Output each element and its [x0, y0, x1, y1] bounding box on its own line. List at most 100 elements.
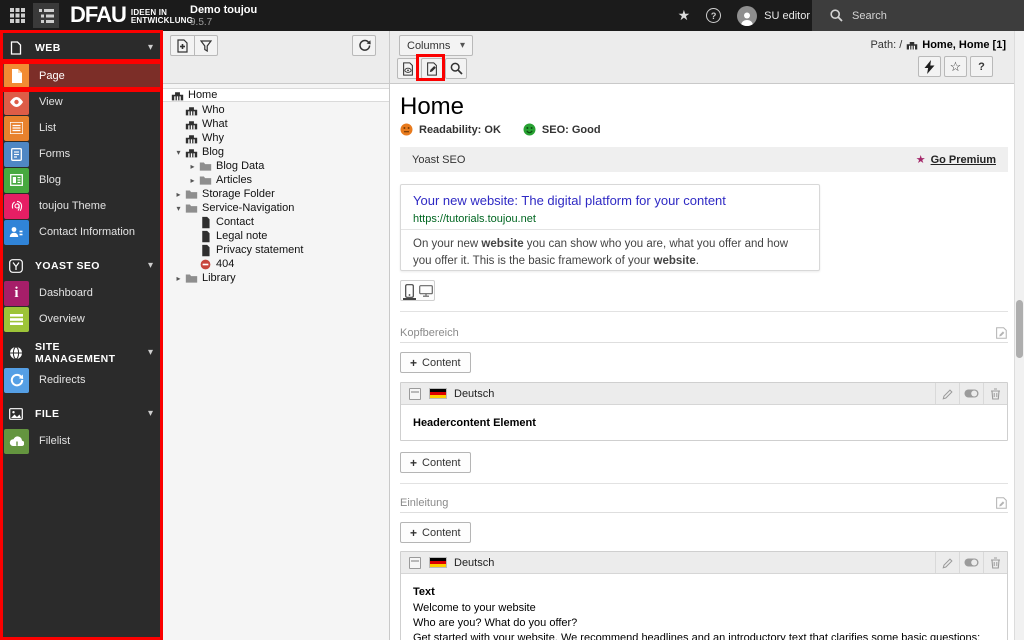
add-content-button[interactable]: + Content [400, 522, 471, 543]
typo3-version: 9.5.7 [190, 17, 213, 28]
tree-row-404[interactable]: 404 [163, 257, 389, 271]
trash-icon[interactable] [983, 552, 1007, 573]
site-info: Demo toujou 9.5.7 [190, 4, 257, 28]
premium-star-icon: ★ [915, 154, 926, 166]
tree-row-library[interactable]: ▸ Library [163, 271, 389, 285]
edit-section-icon[interactable] [994, 496, 1008, 510]
vertical-scrollbar[interactable] [1014, 31, 1024, 640]
sidebar-item-contact-information[interactable]: Contact Information [0, 219, 163, 245]
edit-pencil-icon[interactable] [935, 383, 959, 404]
yoast-seo-panel-header[interactable]: Yoast SEO ★ Go Premium [400, 147, 1008, 172]
sidebar-item-forms[interactable]: Forms [0, 141, 163, 167]
seo-smiley-icon [523, 123, 536, 136]
section-yoast-seo[interactable]: YOAST SEO ▾ [0, 251, 163, 280]
sidebar-item-toujou-theme[interactable]: toujou Theme [0, 193, 163, 219]
sidebar-item-blog[interactable]: Blog [0, 167, 163, 193]
expander-closed-icon[interactable]: ▸ [172, 190, 185, 199]
search-icon[interactable] [445, 58, 467, 79]
new-page-button[interactable] [170, 35, 195, 56]
tree-row-contact[interactable]: Contact [163, 215, 389, 229]
folder-icon [185, 188, 198, 201]
page-icon [199, 216, 212, 229]
add-content-button[interactable]: + Content [400, 452, 471, 473]
add-content-button[interactable]: + Content [400, 352, 471, 373]
content-line: Welcome to your website [413, 601, 536, 614]
tree-row-who[interactable]: Who [163, 103, 389, 117]
tree-row-service-navigation[interactable]: ▾ Service-Navigation [163, 201, 389, 215]
expander-closed-icon[interactable]: ▸ [186, 162, 199, 171]
tree-row-articles[interactable]: ▸ Articles [163, 173, 389, 187]
expander-open-icon[interactable]: ▾ [172, 148, 185, 157]
edit-page-icon[interactable] [421, 58, 443, 79]
sidebar-item-filelist[interactable]: Filelist [0, 428, 163, 454]
docheader-help-icon[interactable]: ? [970, 56, 993, 77]
view-module-icon [4, 89, 29, 115]
chevron-down-icon: ▾ [147, 408, 153, 419]
list-module-icon [4, 115, 29, 141]
section-web[interactable]: WEB ▾ [0, 33, 163, 62]
tree-row-blog[interactable]: ▾ Blog [163, 145, 389, 159]
visibility-toggle-icon[interactable] [959, 552, 983, 573]
cache-bolt-icon[interactable] [918, 56, 941, 77]
desktop-preview-icon[interactable] [418, 281, 435, 300]
pagetree-toggle-icon[interactable] [33, 3, 59, 28]
modules-grid-icon[interactable] [4, 3, 30, 28]
user-menu[interactable]: SU editor [737, 5, 810, 26]
sidebar-item-list[interactable]: List [0, 115, 163, 141]
edit-section-icon[interactable] [994, 326, 1008, 340]
help-icon[interactable]: ? [706, 8, 722, 23]
page-home-icon [171, 89, 184, 102]
expander-closed-icon[interactable]: ▸ [172, 274, 185, 283]
trash-icon[interactable] [983, 383, 1007, 404]
username: SU editor [764, 9, 810, 22]
dfau-logo: DFAU IDEEN IN ENTWICKLUNG [70, 2, 193, 28]
bookmarks-star-icon[interactable]: ★ [678, 7, 691, 24]
content-element-header[interactable]: Deutsch Headercontent Element [400, 382, 1008, 441]
section-site-management[interactable]: SITE MANAGEMENT ▾ [0, 338, 163, 367]
tree-row-legal-note[interactable]: Legal note [163, 229, 389, 243]
blog-module-icon [4, 167, 29, 193]
content-type-icon [409, 556, 421, 569]
edit-pencil-icon[interactable] [935, 552, 959, 573]
mobile-preview-icon[interactable] [401, 281, 418, 300]
columns-select[interactable]: Columns ▾ [399, 35, 473, 56]
bookmark-star-icon[interactable]: ☆ [944, 56, 967, 77]
view-page-icon[interactable] [397, 58, 419, 79]
tree-row-home[interactable]: Home [163, 88, 389, 102]
tree-row-what[interactable]: What [163, 117, 389, 131]
section-file[interactable]: FILE ▾ [0, 399, 163, 428]
go-premium-link[interactable]: ★ Go Premium [915, 153, 996, 167]
tree-row-privacy-statement[interactable]: Privacy statement [163, 243, 389, 257]
folder-icon [199, 174, 212, 187]
content-element-text[interactable]: Deutsch Text Welcome to your website Who… [400, 551, 1008, 640]
snippet-preview[interactable]: Your new website: The digital platform f… [400, 184, 820, 271]
chevron-down-icon: ▾ [147, 347, 153, 358]
logo-claim: IDEEN IN ENTWICKLUNG [130, 7, 194, 25]
tree-row-storage-folder[interactable]: ▸ Storage Folder [163, 187, 389, 201]
sidebar-item-redirects[interactable]: Redirects [0, 367, 163, 393]
refresh-icon[interactable] [352, 35, 376, 56]
sidebar-item-page[interactable]: Page [0, 62, 163, 89]
filter-button[interactable] [195, 35, 218, 56]
tree-row-blog-data[interactable]: ▸ Blog Data [163, 159, 389, 173]
expander-open-icon[interactable]: ▾ [172, 204, 185, 213]
redirects-icon [4, 367, 29, 393]
scrollbar-thumb[interactable] [1016, 300, 1023, 358]
avatar [737, 5, 758, 26]
web-section-icon [10, 40, 22, 55]
sidebar-item-dashboard[interactable]: i Dashboard [0, 280, 163, 306]
content-docheader: Columns ▾ Path: / Home, Home [1] ☆ ? [390, 31, 1024, 84]
section-kopfbereich-header: Kopfbereich [400, 323, 1008, 343]
device-preview-toggle [400, 280, 435, 301]
topbar-search[interactable]: Search [812, 0, 1024, 31]
expander-closed-icon[interactable]: ▸ [186, 176, 199, 185]
page-error-icon [199, 258, 212, 271]
visibility-toggle-icon[interactable] [959, 383, 983, 404]
snippet-title[interactable]: Your new website: The digital platform f… [413, 193, 726, 208]
content-element-head: Deutsch [401, 383, 1007, 405]
page-icon [199, 244, 212, 257]
tree-row-why[interactable]: Why [163, 131, 389, 145]
sidebar-item-view[interactable]: View [0, 89, 163, 115]
sidebar-item-overview[interactable]: Overview [0, 306, 163, 332]
dashboard-icon: i [4, 280, 29, 306]
